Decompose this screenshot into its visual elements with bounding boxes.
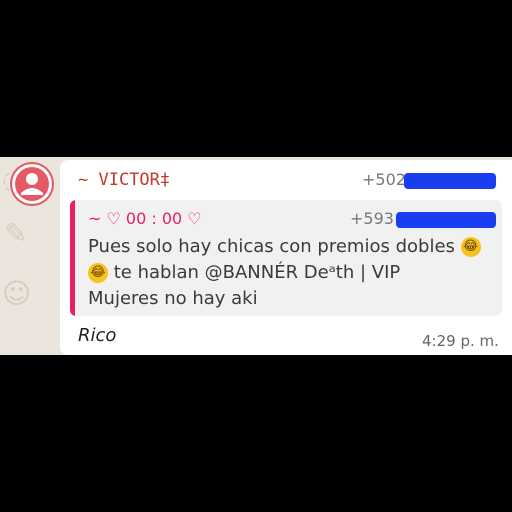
message-time: 4:29 p. m. xyxy=(422,332,499,350)
sender-name[interactable]: ~ VICTOR‡ xyxy=(78,170,170,190)
rolling-on-floor-laughing-emoji: 😂 xyxy=(88,263,108,283)
message-text: Rico xyxy=(78,325,117,346)
sender-phone: +502 xyxy=(362,170,406,189)
quoted-sender-name: ~ ♡ 00 : 00 ♡ xyxy=(88,209,202,228)
sender-avatar[interactable] xyxy=(10,162,54,206)
quoted-sender-phone: +593 xyxy=(350,209,394,228)
redaction-mark xyxy=(396,212,496,228)
quoted-text: Pues solo hay chicas con premios dobles … xyxy=(88,234,488,312)
person-icon xyxy=(12,164,52,204)
rolling-on-floor-laughing-emoji: 😂 xyxy=(460,237,481,257)
redaction-mark xyxy=(404,173,496,189)
quoted-message[interactable]: ~ ♡ 00 : 00 ♡ +593 Pues solo hay chicas … xyxy=(70,200,502,316)
message-bubble[interactable]: ~ VICTOR‡ +502 ~ ♡ 00 : 00 ♡ +593 Pues s… xyxy=(60,160,512,355)
quote-accent-bar xyxy=(70,200,75,316)
